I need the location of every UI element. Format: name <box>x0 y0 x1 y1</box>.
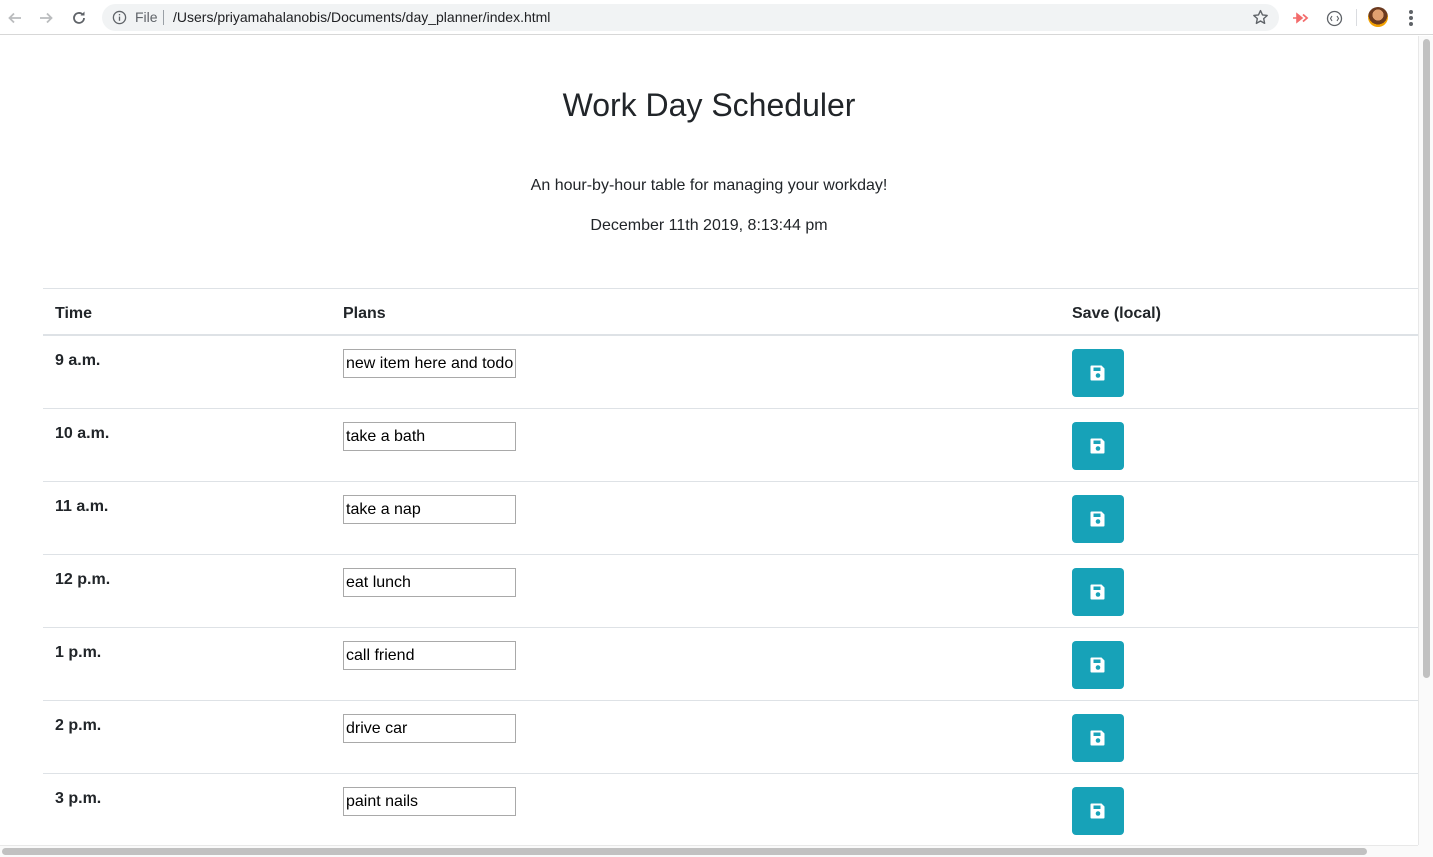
save-button[interactable] <box>1072 787 1124 835</box>
save-button[interactable] <box>1072 495 1124 543</box>
table-row: 2 p.m. <box>43 701 1418 774</box>
time-label: 2 p.m. <box>55 717 102 734</box>
schedule-table: Time Plans Save (local) 9 a.m. 10 a.m. 11 … <box>43 288 1418 845</box>
time-label: 10 a.m. <box>55 425 110 442</box>
save-button[interactable] <box>1072 349 1124 397</box>
star-icon[interactable] <box>1252 9 1269 26</box>
page-title: Work Day Scheduler <box>562 87 856 123</box>
table-row: 1 p.m. <box>43 628 1418 701</box>
more-vert-icon[interactable] <box>1404 8 1418 28</box>
table-row: 10 a.m. <box>43 409 1418 482</box>
save-button[interactable] <box>1072 641 1124 689</box>
plan-input[interactable] <box>343 422 516 451</box>
table-header: Time Plans Save (local) <box>43 288 1418 336</box>
table-row: 3 p.m. <box>43 774 1418 845</box>
omnibox-separator <box>163 10 164 25</box>
save-button[interactable] <box>1072 568 1124 616</box>
extension-icon[interactable] <box>1324 8 1344 28</box>
avatar[interactable] <box>1368 7 1388 27</box>
header-time: Time <box>55 305 93 322</box>
time-label: 3 p.m. <box>55 790 102 807</box>
current-datetime: December 11th 2019, 8:13:44 pm <box>590 217 828 234</box>
vertical-scrollbar[interactable] <box>1418 36 1433 845</box>
plan-input[interactable] <box>343 349 516 378</box>
floppy-disk-icon <box>1089 583 1107 601</box>
save-button[interactable] <box>1072 714 1124 762</box>
table-row: 12 p.m. <box>43 555 1418 628</box>
plan-input[interactable] <box>343 495 516 524</box>
table-row: 11 a.m. <box>43 482 1418 555</box>
save-button[interactable] <box>1072 422 1124 470</box>
floppy-disk-icon <box>1089 729 1107 747</box>
time-label: 12 p.m. <box>55 571 111 588</box>
toolbar-divider <box>1356 9 1357 26</box>
plan-input[interactable] <box>343 641 516 670</box>
floppy-disk-icon <box>1089 510 1107 528</box>
info-icon[interactable] <box>112 10 127 25</box>
time-label: 9 a.m. <box>55 352 101 369</box>
plan-input[interactable] <box>343 787 516 816</box>
plan-input[interactable] <box>343 568 516 597</box>
scheme-label: File <box>135 9 158 25</box>
url-text[interactable]: /Users/priyamahalanobis/Documents/day_pl… <box>173 9 550 25</box>
header-plans: Plans <box>343 305 386 322</box>
scrollbar-corner <box>1418 845 1433 857</box>
plan-input[interactable] <box>343 714 516 743</box>
back-arrow-icon[interactable] <box>4 7 26 29</box>
header-save: Save (local) <box>1072 305 1161 322</box>
floppy-disk-icon <box>1089 364 1107 382</box>
page-lead: An hour-by-hour table for managing your … <box>530 177 888 194</box>
table-body: 9 a.m. 10 a.m. 11 a.m. 12 p.m. 1 p.m. 2 p.m. 3… <box>43 336 1418 845</box>
reload-icon[interactable] <box>68 7 90 29</box>
horizontal-scrollbar[interactable] <box>0 845 1418 857</box>
extension-icon[interactable] <box>1291 8 1311 28</box>
table-row: 9 a.m. <box>43 336 1418 409</box>
vertical-scroll-thumb[interactable] <box>1423 39 1430 678</box>
forward-arrow-icon[interactable] <box>35 7 57 29</box>
floppy-disk-icon <box>1089 656 1107 674</box>
browser-toolbar: File /Users/priyamahalanobis/Documents/d… <box>0 0 1433 35</box>
floppy-disk-icon <box>1089 437 1107 455</box>
floppy-disk-icon <box>1089 802 1107 820</box>
time-label: 11 a.m. <box>55 498 109 515</box>
page-content: Work Day Scheduler An hour-by-hour table… <box>0 36 1418 845</box>
time-label: 1 p.m. <box>55 644 102 661</box>
horizontal-scroll-thumb[interactable] <box>2 848 1367 855</box>
address-bar[interactable]: File /Users/priyamahalanobis/Documents/d… <box>102 4 1279 31</box>
